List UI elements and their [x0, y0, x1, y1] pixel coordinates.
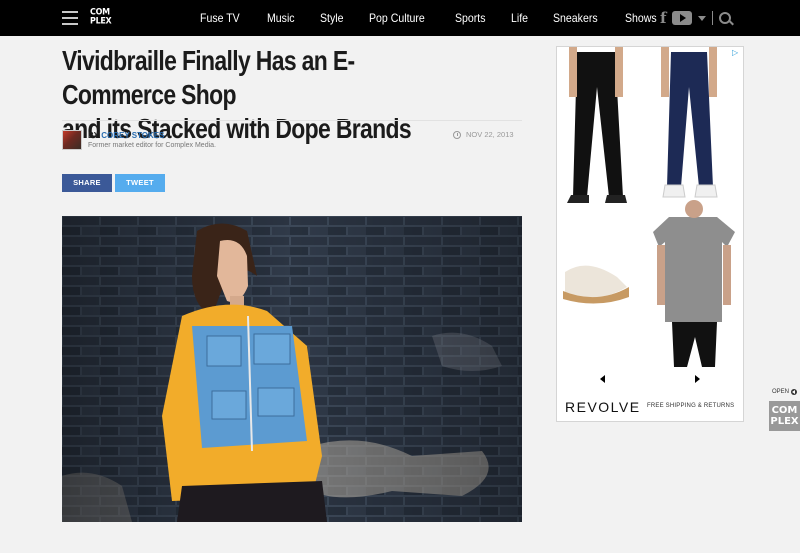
author-link[interactable]: COREY STOKES	[101, 131, 164, 140]
social-icons: f	[660, 9, 737, 27]
ad-tagline: FREE SHIPPING & RETURNS	[647, 403, 735, 409]
ad-products-image	[563, 47, 735, 367]
ad-choices-icon[interactable]: ▷	[732, 48, 741, 57]
complex-logo[interactable]: COM PLEX	[90, 8, 112, 28]
youtube-icon[interactable]	[672, 11, 693, 25]
byline: BY COREY STOKES	[88, 131, 164, 140]
ad-brand: REVOLVE	[565, 399, 641, 415]
byline-prefix: BY	[88, 131, 99, 140]
share-button[interactable]: SHARE	[62, 174, 112, 192]
open-label: OPEN	[772, 389, 790, 395]
nav-sports[interactable]: Sports	[455, 11, 486, 25]
nav-life[interactable]: Life	[511, 11, 528, 25]
nav-music[interactable]: Music	[267, 11, 295, 25]
hero-photo	[62, 216, 522, 522]
main-nav: Fuse TV Music Style Pop Culture Sports L…	[200, 0, 683, 36]
article-title-line-1: Vividbraille Finally Has an E-Commerce S…	[62, 45, 355, 110]
nav-fuse-tv[interactable]: Fuse TV	[200, 11, 240, 25]
nav-style[interactable]: Style	[320, 11, 343, 25]
complex-widget-logo[interactable]: COM PLEX	[769, 401, 800, 431]
author-bio: Former market editor for Complex Media.	[88, 142, 216, 149]
search-icon[interactable]	[719, 12, 732, 24]
arrow-left-icon[interactable]	[600, 375, 605, 383]
menu-icon[interactable]	[62, 11, 78, 25]
article-hero-image[interactable]	[62, 216, 522, 522]
dropdown-caret-icon[interactable]	[698, 15, 707, 21]
facebook-icon[interactable]: f	[660, 9, 666, 27]
clock-icon	[453, 130, 461, 139]
publish-date: NOV 22, 2013	[453, 130, 514, 139]
divider	[62, 120, 522, 121]
tweet-button[interactable]: TWEET	[115, 174, 165, 192]
author-avatar[interactable]	[62, 130, 82, 150]
nav-shows[interactable]: Shows	[625, 11, 657, 25]
top-navigation-bar: COM PLEX Fuse TV Music Style Pop Culture…	[0, 0, 800, 36]
separator	[712, 11, 714, 25]
arrow-right-icon[interactable]	[695, 375, 700, 383]
advertisement[interactable]: ▷ REVOLVE FREE SHIPPING & RETURNS	[556, 46, 744, 422]
nav-sneakers[interactable]: Sneakers	[553, 11, 598, 25]
open-widget-toggle[interactable]: OPEN	[772, 389, 798, 395]
date-text: NOV 22, 2013	[466, 130, 514, 139]
article-title-line-2: and its Stacked with Dope Brands	[62, 113, 412, 144]
nav-pop-culture[interactable]: Pop Culture	[369, 11, 425, 25]
arrow-left-circle-icon	[791, 389, 798, 395]
